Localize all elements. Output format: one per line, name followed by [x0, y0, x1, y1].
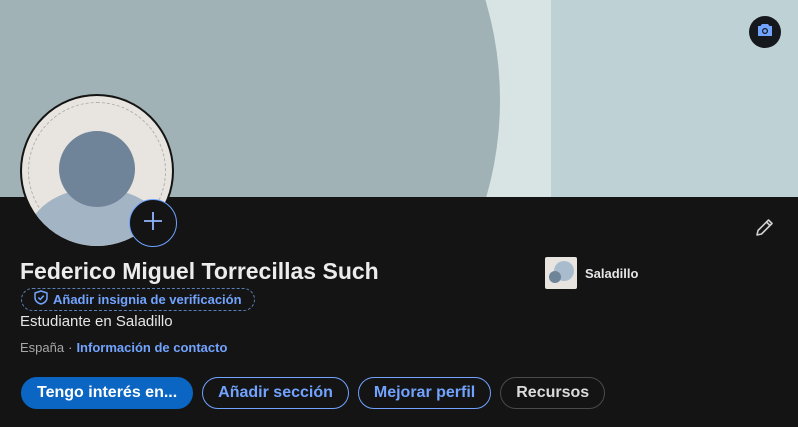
profile-headline: Estudiante en Saladillo — [20, 313, 173, 330]
company-link[interactable]: Saladillo — [545, 257, 638, 289]
profile-actions: Tengo interés en... Añadir sección Mejor… — [21, 377, 606, 409]
profile-name: Federico Miguel Torrecillas Such — [20, 258, 379, 284]
company-logo — [545, 257, 577, 289]
company-name: Saladillo — [585, 265, 639, 281]
camera-icon — [757, 23, 773, 42]
enhance-profile-button[interactable]: Mejorar perfil — [357, 377, 492, 409]
shield-check-icon — [34, 289, 48, 310]
add-section-button[interactable]: Añadir sección — [202, 377, 349, 409]
add-photo-button[interactable] — [129, 199, 177, 247]
open-to-button[interactable]: Tengo interés en... — [21, 377, 194, 409]
contact-info-link[interactable]: Información de contacto — [76, 340, 227, 355]
profile-location: España — [20, 340, 65, 355]
plus-icon — [142, 210, 164, 237]
resources-button[interactable]: Recursos — [500, 377, 606, 409]
edit-intro-button[interactable] — [750, 216, 778, 244]
company-logo-shape-small — [549, 271, 561, 283]
add-verification-badge-button[interactable]: Añadir insignia de verificación — [21, 288, 255, 311]
pencil-icon — [753, 217, 775, 244]
avatar-silhouette-head — [59, 131, 135, 207]
location-separator: · — [68, 340, 73, 355]
location-line: España · Información de contacto — [20, 340, 227, 355]
verification-badge-label: Añadir insignia de verificación — [53, 292, 242, 307]
edit-cover-button[interactable] — [749, 16, 781, 48]
